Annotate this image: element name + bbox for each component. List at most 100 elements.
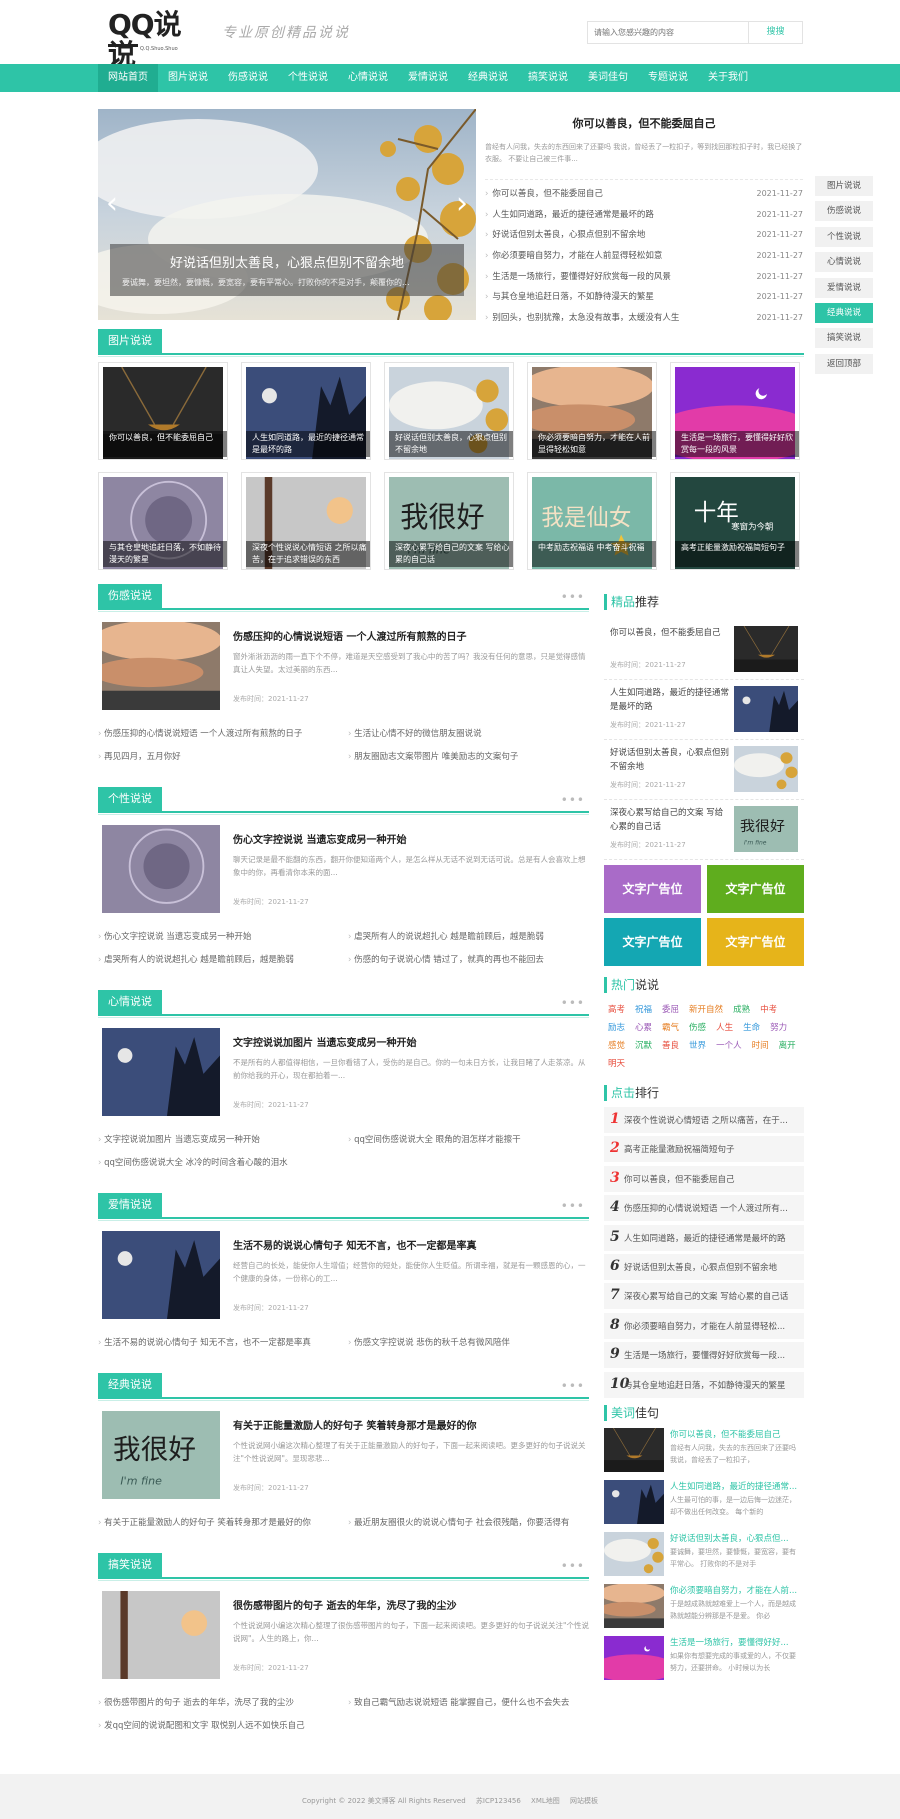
- meici-item[interactable]: 生活是一场旅行，要懂得好好... 如果你有想要完成的事或爱的人，不仅要努力，还要拼…: [591, 1636, 804, 1682]
- nav-item[interactable]: 个性说说: [278, 64, 338, 92]
- article-link[interactable]: 最近朋友圈很火的说说心情句子 社会很残酷，你要活得有: [348, 1516, 569, 1528]
- hot-tag[interactable]: 明天: [608, 1055, 625, 1073]
- ranking-item-title[interactable]: 你必须要暗自努力，才能在人前显得轻松...: [624, 1320, 799, 1332]
- pic-card[interactable]: 你可以善良，但不能委屈自己: [98, 362, 228, 460]
- article-item[interactable]: 伤感压抑的心情说说短语 一个人渡过所有煎熬的日子 窗外淅淅沥沥的雨一直下个不停，难…: [92, 614, 589, 716]
- article-link[interactable]: 生活不易的说说心情句子 知无不言，也不一定都是率真: [98, 1336, 311, 1348]
- article-link[interactable]: 朋友圈励志文案带图片 唯美励志的文案句子: [348, 750, 518, 762]
- recommend-item-title[interactable]: 好说话但别太善良，心狠点但别不留余地: [610, 746, 730, 774]
- hot-tag[interactable]: 新开自然: [689, 1001, 723, 1019]
- top-news-item-title[interactable]: 别回头，也别犹豫，太急没有故事，太缓没有人生: [492, 308, 756, 329]
- search-input[interactable]: [588, 22, 748, 43]
- side-menu-item[interactable]: 返回顶部: [815, 353, 873, 374]
- hot-tag[interactable]: 善良: [662, 1037, 679, 1055]
- pic-card[interactable]: 生活是一场旅行，要懂得好好欣赏每一段的风景: [670, 362, 800, 460]
- nav-item[interactable]: 搞笑说说: [518, 64, 578, 92]
- top-news-headline[interactable]: 你可以善良，但不能委屈自己: [485, 115, 803, 131]
- pic-card[interactable]: 深夜个性说说心情短语 之所以痛苦，在于追求错误的东西: [241, 472, 371, 570]
- hot-tag[interactable]: 委屈: [662, 1001, 679, 1019]
- article-link[interactable]: 文字控说说加图片 当遗忘变成另一种开始: [98, 1133, 260, 1145]
- meici-item[interactable]: 好说话但别太善良，心狠点但... 要诚舞，要坦然，要慷慨，要宽容，要有平常心。 打…: [604, 1532, 804, 1578]
- more-icon[interactable]: •••: [561, 1559, 585, 1573]
- pic-card[interactable]: 我很好I'm fine深夜心累写给自己的文案 写给心累的自己话: [384, 472, 514, 570]
- search-button[interactable]: 搜搜: [748, 22, 802, 43]
- nav-item[interactable]: 图片说说: [158, 64, 218, 92]
- side-menu-item[interactable]: 爱情说说: [815, 277, 873, 298]
- footer-sitemap-link[interactable]: XML地图: [531, 1797, 560, 1805]
- ranking-item[interactable]: 4 伤感压抑的心情说说短语 一个人渡过所有...: [604, 1195, 804, 1222]
- ranking-item[interactable]: 1 深夜个性说说心情短语 之所以痛苦，在于...: [604, 1107, 804, 1133]
- hot-tag[interactable]: 一个人: [716, 1037, 742, 1055]
- top-news-item-title[interactable]: 好说话但别太善良，心狠点但别不留余地: [492, 225, 756, 246]
- recommend-item[interactable]: 你可以善良，但不能委屈自己 发布时间：2021-11-27: [604, 620, 804, 680]
- pic-card[interactable]: 人生如同道路，最近的捷径通常是最坏的路: [241, 362, 371, 460]
- article-link[interactable]: 伤感的句子说说心情 错过了，就真的再也不能回去: [348, 953, 544, 965]
- meici-item-title[interactable]: 你必须要暗自努力，才能在人前...: [670, 1584, 802, 1596]
- hot-tag[interactable]: 努力: [770, 1019, 787, 1037]
- ranking-item-title[interactable]: 深夜个性说说心情短语 之所以痛苦，在于...: [624, 1114, 799, 1126]
- more-icon[interactable]: •••: [561, 793, 585, 807]
- meici-item[interactable]: 你必须要暗自努力，才能在人前... 于是越成熟就越难爱上一个人，而是越成熟就越能分…: [599, 1583, 804, 1630]
- article-item[interactable]: 文字控说说加图片 当遗忘变成另一种开始 不是所有的人都值得相信，一旦你看错了人，受…: [98, 1020, 589, 1122]
- ranking-item[interactable]: 8 你必须要暗自努力，才能在人前显得轻松...: [604, 1312, 804, 1339]
- article-item[interactable]: 伤心文字控说说 当遗忘变成另一种开始 聊天记录是最不能翻的东西，翻开你便知道两个人…: [98, 817, 589, 919]
- nav-item[interactable]: 专题说说: [638, 64, 698, 92]
- article-title[interactable]: 伤心文字控说说 当遗忘变成另一种开始: [233, 831, 406, 846]
- section-tab[interactable]: 搞笑说说: [98, 1553, 162, 1577]
- more-icon[interactable]: •••: [561, 1199, 585, 1213]
- ad-slot[interactable]: 文字广告位: [604, 918, 701, 966]
- top-news-item-title[interactable]: 生活是一场旅行，要懂得好好欣赏每一段的风景: [492, 267, 756, 288]
- ranking-item[interactable]: 5 人生如同道路，最近的捷径通常是最坏的路: [604, 1224, 804, 1251]
- ranking-item[interactable]: 7 深夜心累写给自己的文案 写给心累的自己话: [604, 1283, 804, 1310]
- pic-card[interactable]: 十年 寒窗为今朝 高考正能量激励祝福简短句子: [670, 472, 800, 570]
- article-link[interactable]: 再见四月，五月你好: [98, 750, 181, 762]
- article-thumbnail[interactable]: [102, 1591, 220, 1683]
- section-tab[interactable]: 经典说说: [98, 1373, 162, 1397]
- article-link[interactable]: 伤感压抑的心情说说短语 一个人渡过所有煎熬的日子: [98, 727, 302, 739]
- ranking-item[interactable]: 3 你可以善良，但不能委屈自己: [604, 1165, 804, 1192]
- recommend-item[interactable]: 人生如同道路，最近的捷径通常是最坏的路 发布时间：2021-11-27: [604, 680, 804, 740]
- article-link[interactable]: 虐哭所有人的说说超扎心 越是瞻前顾后，越是脆弱: [98, 953, 294, 965]
- side-menu-item[interactable]: 伤感说说: [815, 201, 873, 222]
- pic-card[interactable]: 我是仙女 中考励志祝福语 中考奋斗祝福: [527, 472, 657, 570]
- article-link[interactable]: 很伤感带图片的句子 逝去的年华，洗尽了我的尘沙: [98, 1696, 294, 1708]
- article-link[interactable]: 伤心文字控说说 当遗忘变成另一种开始: [98, 930, 251, 942]
- hero-slider[interactable]: ‹ › 好说话但别太善良，心狠点但别不留余地 要诚舞，要坦然，要慷慨，要宽容，要…: [98, 109, 476, 320]
- meici-item-title[interactable]: 你可以善良，但不能委屈自己: [670, 1428, 802, 1440]
- more-icon[interactable]: •••: [561, 590, 585, 604]
- footer-icp-link[interactable]: 苏ICP123456: [476, 1797, 521, 1805]
- ad-slot[interactable]: 文字广告位: [604, 865, 701, 913]
- side-menu-item[interactable]: 个性说说: [815, 226, 873, 247]
- pic-card[interactable]: 你必须要暗自努力，才能在人前显得轻松如意: [527, 362, 657, 460]
- side-menu-item[interactable]: 图片说说: [815, 176, 873, 196]
- hot-tag[interactable]: 生命: [743, 1019, 760, 1037]
- recommend-item[interactable]: 好说话但别太善良，心狠点但别不留余地 发布时间：2021-11-27: [604, 740, 804, 800]
- article-thumbnail[interactable]: [102, 825, 220, 913]
- ranking-item-title[interactable]: 你可以善良，但不能委屈自己: [624, 1173, 799, 1185]
- article-link[interactable]: 有关于正能量激励人的好句子 笑着转身那才是最好的你: [98, 1516, 311, 1528]
- ranking-item-title[interactable]: 好说话但别太善良，心狠点但别不留余地: [624, 1261, 799, 1273]
- hot-tag[interactable]: 成熟: [733, 1001, 750, 1019]
- hot-tag[interactable]: 祝福: [635, 1001, 652, 1019]
- article-thumbnail[interactable]: [102, 1231, 220, 1323]
- hot-tag[interactable]: 时间: [752, 1037, 769, 1055]
- article-title[interactable]: 有关于正能量激励人的好句子 笑着转身那才是最好的你: [233, 1417, 476, 1432]
- top-news-item[interactable]: › 与其仓皇地追赶日落，不如静待漫天的繁星 2021-11-27: [485, 287, 803, 308]
- hot-tag[interactable]: 沉默: [635, 1037, 652, 1055]
- meici-item[interactable]: 人生如同道路，最近的捷径通常... 人生最可怕的事，是一边后悔一边迷茫，却不做出任…: [604, 1480, 804, 1526]
- hot-tag[interactable]: 高考: [608, 1001, 625, 1019]
- article-link[interactable]: 虐哭所有人的说说超扎心 越是瞻前顾后，越是脆弱: [348, 930, 544, 942]
- article-link[interactable]: 伤感文字控说说 悲伤的秋千总有微风陪伴: [348, 1336, 510, 1348]
- top-news-item[interactable]: › 你必须要暗自努力，才能在人前显得轻松如意 2021-11-27: [485, 246, 803, 267]
- nav-item[interactable]: 美词佳句: [578, 64, 638, 92]
- hot-tag[interactable]: 感觉: [608, 1037, 625, 1055]
- ranking-item-title[interactable]: 伤感压抑的心情说说短语 一个人渡过所有...: [624, 1202, 799, 1214]
- article-title[interactable]: 生活不易的说说心情句子 知无不言，也不一定都是率真: [233, 1237, 476, 1252]
- ad-slot[interactable]: 文字广告位: [707, 865, 804, 913]
- nav-item[interactable]: 伤感说说: [218, 64, 278, 92]
- top-news-item-title[interactable]: 你必须要暗自努力，才能在人前显得轻松如意: [492, 246, 756, 267]
- ranking-item-title[interactable]: 生活是一场旅行，要懂得好好欣赏每一段...: [624, 1349, 799, 1361]
- more-icon[interactable]: •••: [561, 1379, 585, 1393]
- meici-item-title[interactable]: 生活是一场旅行，要懂得好好...: [670, 1636, 802, 1648]
- top-news-item[interactable]: › 别回头，也别犹豫，太急没有故事，太缓没有人生 2021-11-27: [485, 308, 803, 329]
